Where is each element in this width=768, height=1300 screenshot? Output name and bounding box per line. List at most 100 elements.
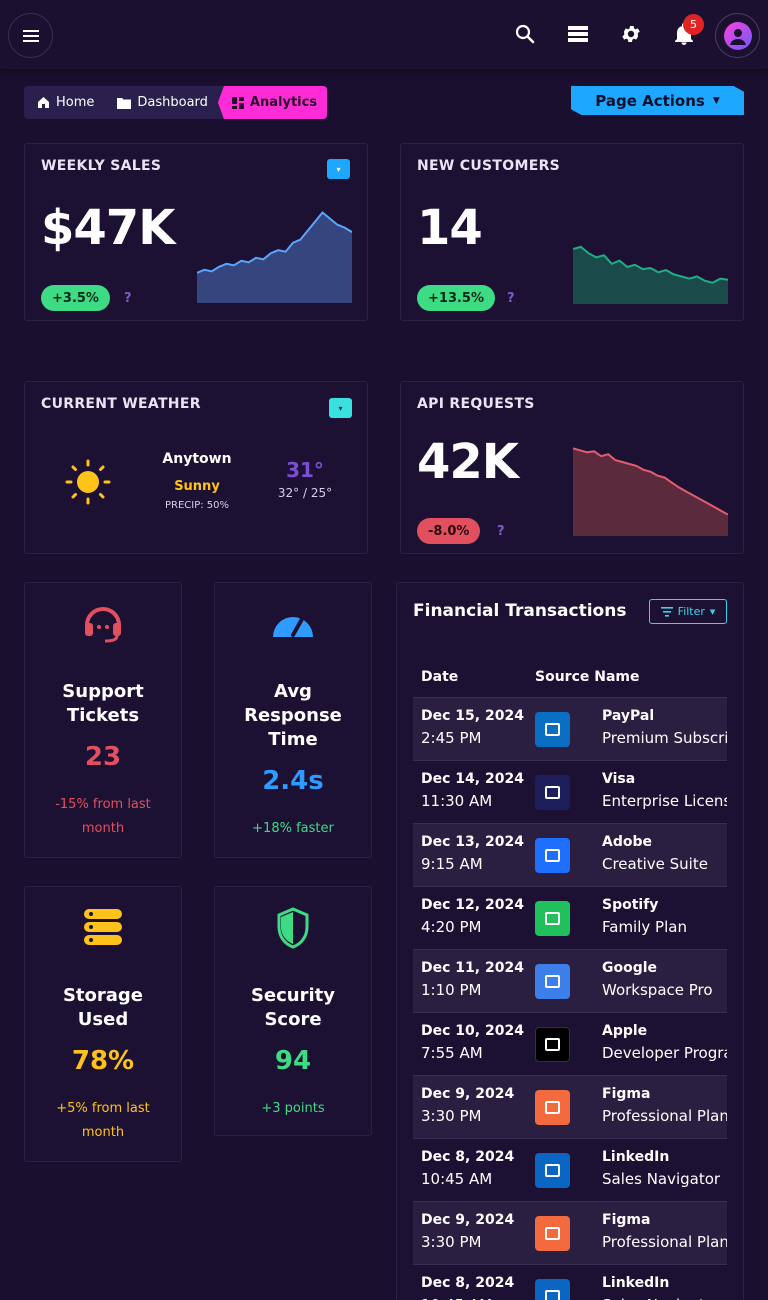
transaction-description: Professional Plan [602,1233,727,1251]
column-header-date[interactable]: Date [421,669,458,685]
transaction-source: Adobe [602,834,652,850]
stat-title: Security Score [250,985,336,1030]
table-row[interactable]: Dec 8, 2024 10:45 AM LinkedIn Sales Navigat… [413,1139,727,1202]
weekly-sales-value: $47K [41,200,175,256]
transaction-source: Figma [602,1212,651,1228]
stat-subtext: +18% faster [252,821,334,836]
sparkline-area [573,246,728,304]
transaction-date: Dec 15, 2024 [421,708,524,724]
breadcrumb-home[interactable]: Home [24,86,104,119]
table-row[interactable]: Dec 9, 2024 3:30 PM Figma Professional Plan [413,1076,727,1139]
sun-icon [65,459,111,505]
new-customers-card: NEW CUSTOMERS 14 +13.5% ? [400,143,744,321]
transaction-source: Spotify [602,897,659,913]
top-navbar: 5 [0,0,768,70]
transaction-description: Family Plan [602,918,687,936]
help-icon[interactable]: ? [507,291,515,306]
weather-dropdown[interactable]: ▾ [329,398,352,418]
google-icon [535,964,570,999]
new-customers-sparkline [573,245,728,304]
stat-subtext: -15% from last month [55,797,151,836]
transaction-time: 2:45 PM [421,729,482,747]
new-customers-change-badge: +13.5% [417,285,495,311]
transaction-date: Dec 12, 2024 [421,897,524,913]
stat-subtext: +5% from last month [56,1101,150,1140]
stat-title: Avg Response Time [244,681,342,750]
card-title: CURRENT WEATHER [41,396,201,412]
financial-transactions-card: Financial Transactions Filter ▼ Date Sou… [396,582,744,1300]
stat-value: 2.4s [262,766,324,796]
transaction-date: Dec 13, 2024 [421,834,524,850]
transaction-date: Dec 10, 2024 [421,1023,524,1039]
transaction-source: Google [602,960,658,976]
table-row[interactable]: Dec 8, 2024 10:45 AM LinkedIn Sales Navigat… [413,1265,727,1300]
breadcrumb-label: Home [56,95,95,110]
apple-icon [535,1027,570,1062]
transaction-time: 4:20 PM [421,918,482,936]
folder-icon [117,97,132,109]
transaction-date: Dec 9, 2024 [421,1086,515,1102]
table-row[interactable]: Dec 10, 2024 7:55 AM Apple Developer Progra… [413,1013,727,1076]
transaction-description: Sales Navigator [602,1296,727,1300]
weather-temperature: 31° [286,458,324,482]
transaction-description: Professional Plan [602,1107,727,1125]
user-avatar[interactable] [715,13,760,58]
caret-down-icon: ▼ [709,607,716,616]
weather-condition: Sunny [174,479,220,494]
transactions-title: Financial Transactions [413,601,627,621]
sparkline-area [197,212,352,303]
sparkline-area [573,448,728,536]
breadcrumb-analytics[interactable]: Analytics [217,86,328,119]
card-title: NEW CUSTOMERS [417,158,561,174]
breadcrumb-label: Dashboard [137,95,208,110]
page-actions-label: Page Actions [595,91,705,110]
menu-button[interactable] [8,13,53,58]
transaction-description: Sales Navigator [602,1170,721,1188]
transaction-date: Dec 9, 2024 [421,1212,515,1228]
stat-title: Support Tickets [62,681,144,726]
caret-down-icon: ▾ [338,403,343,413]
weather-card: CURRENT WEATHER ▾ Anytown Sunny PRECIP: … [24,381,368,554]
headset-icon [85,607,121,643]
shield-icon [277,907,309,949]
transaction-time: 11:30 AM [421,792,493,810]
filter-button[interactable]: Filter ▼ [649,599,727,624]
table-row[interactable]: Dec 11, 2024 1:10 PM Google Workspace Pro [413,950,727,1013]
search-button[interactable] [513,22,537,46]
transaction-date: Dec 8, 2024 [421,1149,515,1165]
transaction-description: Workspace Pro [602,981,713,999]
table-row[interactable]: Dec 12, 2024 4:20 PM Spotify Family Plan [413,887,727,950]
menu-icon [22,29,39,42]
api-requests-card: API REQUESTS 42K -8.0% ? [400,381,744,554]
weekly-sales-dropdown[interactable]: ▾ [327,159,350,179]
table-row[interactable]: Dec 15, 2024 2:45 PM PayPal Premium Subscri… [413,698,727,761]
column-header-source[interactable]: Source Name [535,669,640,685]
table-row[interactable]: Dec 9, 2024 3:30 PM Figma Professional Plan [413,1202,727,1265]
page-actions-button[interactable]: Page Actions ▼ [571,86,744,115]
caret-down-icon: ▼ [712,95,720,106]
stat-value: 23 [84,742,122,772]
settings-button[interactable] [619,22,643,46]
support-tickets-card: Support Tickets 23 -15% from last month [24,582,182,858]
transaction-description: Enterprise License [602,792,727,810]
transactions-table-body: Dec 15, 2024 2:45 PM PayPal Premium Subscri… [413,698,727,1300]
transaction-time: 9:15 AM [421,855,483,873]
weather-location: Anytown [162,451,232,467]
breadcrumb-dashboard[interactable]: Dashboard [104,86,218,119]
table-row[interactable]: Dec 14, 2024 11:30 AM Visa Enterprise Licen… [413,761,727,824]
transaction-description: Creative Suite [602,855,708,873]
caret-down-icon: ▾ [336,164,341,174]
table-row[interactable]: Dec 13, 2024 9:15 AM Adobe Creative Suite [413,824,727,887]
storage-button[interactable] [566,22,590,46]
stat-title: Storage Used [62,985,144,1030]
card-title: API REQUESTS [417,396,535,412]
transaction-time: 3:30 PM [421,1107,482,1125]
help-icon[interactable]: ? [497,524,505,539]
server-icon [84,909,122,945]
linkedin-icon [535,1153,570,1188]
stat-value: 78% [71,1046,135,1076]
transaction-description: Premium Subscription [602,729,727,747]
linkedin-icon [535,1279,570,1300]
help-icon[interactable]: ? [124,291,132,306]
transaction-date: Dec 14, 2024 [421,771,524,787]
